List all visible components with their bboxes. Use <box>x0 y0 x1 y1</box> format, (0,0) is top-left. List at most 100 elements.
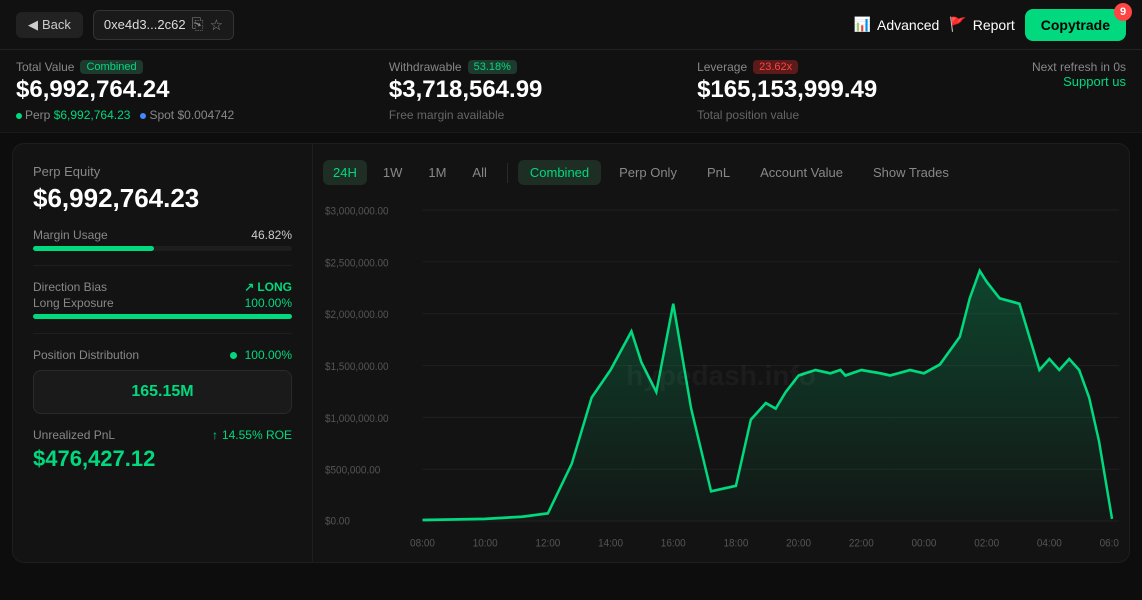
svg-text:$500,000.00: $500,000.00 <box>325 464 380 477</box>
chart-bar-icon: 📊 <box>854 16 871 33</box>
left-sidebar: Perp Equity $6,992,764.23 Margin Usage 4… <box>13 144 313 562</box>
unrealized-row: Unrealized PnL ↑ 14.55% ROE <box>33 428 292 442</box>
svg-text:14:00: 14:00 <box>598 537 623 550</box>
next-refresh-text: Next refresh in 0s <box>1032 60 1126 74</box>
pos-bar-value: 165.15M <box>131 383 193 400</box>
unrealized-pnl-label: Unrealized PnL <box>33 428 115 442</box>
advanced-label: Advanced <box>877 17 939 33</box>
total-value-sub: Perp $6,992,764.23 Spot $0.004742 <box>16 108 234 122</box>
support-us-link[interactable]: Support us <box>1063 74 1126 89</box>
svg-text:16:00: 16:00 <box>661 537 686 550</box>
pos-dist-header: Position Distribution 100.00% <box>33 348 292 362</box>
svg-text:10:00: 10:00 <box>473 537 498 550</box>
leverage-tag: 23.62x <box>753 60 798 74</box>
leverage-group: Leverage 23.62x $165,153,999.49 Total po… <box>697 60 877 122</box>
equity-value: $6,992,764.23 <box>33 183 292 214</box>
exposure-label: Long Exposure <box>33 296 114 310</box>
svg-text:12:00: 12:00 <box>535 537 560 550</box>
nav-right: 📊 Advanced 🚩 Report Copytrade 9 <box>854 9 1126 41</box>
margin-usage-pct: 46.82% <box>251 228 292 242</box>
copytrade-badge: 9 <box>1114 3 1132 21</box>
leverage-desc: Total position value <box>697 108 877 122</box>
pos-dist-val: 100.00% <box>230 348 292 362</box>
margin-usage-row: Margin Usage 46.82% <box>33 228 292 242</box>
margin-progress-fill <box>33 246 154 251</box>
main-panel: Perp Equity $6,992,764.23 Margin Usage 4… <box>12 143 1130 563</box>
back-arrow-icon: ◀ <box>28 17 38 33</box>
view-combined-button[interactable]: Combined <box>518 160 601 185</box>
svg-text:$0.00: $0.00 <box>325 515 350 528</box>
copy-icon: ⎘ <box>192 16 204 33</box>
svg-text:$1,000,000.00: $1,000,000.00 <box>325 412 389 425</box>
main-chart: $3,000,000.00 $2,500,000.00 $2,000,000.0… <box>323 199 1119 552</box>
star-button[interactable]: ☆ <box>210 16 223 34</box>
withdrawable-group: Withdrawable 53.18% $3,718,564.99 Free m… <box>389 60 542 122</box>
exposure-progress-fill <box>33 314 292 319</box>
equity-label: Perp Equity <box>33 164 292 179</box>
report-button[interactable]: 🚩 Report <box>949 16 1014 33</box>
unrealized-value: $476,427.12 <box>33 446 292 472</box>
svg-text:18:00: 18:00 <box>723 537 748 550</box>
svg-text:04:00: 04:00 <box>1037 537 1062 550</box>
refresh-group: Next refresh in 0s Support us <box>1032 60 1126 89</box>
arrow-up-icon: ↗ <box>244 280 254 294</box>
view-show-trades-button[interactable]: Show Trades <box>861 160 961 185</box>
copy-address-button[interactable]: ⎘ <box>192 16 204 33</box>
svg-text:22:00: 22:00 <box>849 537 874 550</box>
total-value-group: Total Value Combined $6,992,764.24 Perp … <box>16 60 234 122</box>
back-label: Back <box>42 17 71 32</box>
view-perp-only-button[interactable]: Perp Only <box>607 160 689 185</box>
combined-tag: Combined <box>80 60 142 74</box>
position-bar-button[interactable]: 165.15M <box>33 370 292 414</box>
pos-dist-label: Position Distribution <box>33 348 139 362</box>
svg-text:02:00: 02:00 <box>974 537 999 550</box>
chart-area: 24H 1W 1M All Combined Perp Only PnL Acc… <box>313 144 1129 562</box>
svg-text:20:00: 20:00 <box>786 537 811 550</box>
total-value-label: Total Value <box>16 60 74 74</box>
withdrawable-label: Withdrawable <box>389 60 462 74</box>
view-pnl-button[interactable]: PnL <box>695 160 742 185</box>
total-value: $6,992,764.24 <box>16 76 234 104</box>
wallet-address: 0xe4d3...2c62 <box>104 17 186 32</box>
exposure-progress-bg <box>33 314 292 319</box>
star-icon: ☆ <box>210 17 223 34</box>
spot-label: Spot <box>149 108 174 122</box>
view-account-value-button[interactable]: Account Value <box>748 160 855 185</box>
svg-text:$3,000,000.00: $3,000,000.00 <box>325 205 389 218</box>
withdrawable-value: $3,718,564.99 <box>389 76 542 104</box>
margin-usage-label: Margin Usage <box>33 228 108 242</box>
perp-label: Perp <box>25 108 50 122</box>
top-nav: ◀ Back 0xe4d3...2c62 ⎘ ☆ 📊 Advanced 🚩 Re… <box>0 0 1142 50</box>
unrealized-roe: ↑ 14.55% ROE <box>212 428 292 442</box>
copytrade-label: Copytrade <box>1041 17 1110 33</box>
chart-controls: 24H 1W 1M All Combined Perp Only PnL Acc… <box>323 160 1119 185</box>
leverage-value: $165,153,999.49 <box>697 76 877 104</box>
advanced-button[interactable]: 📊 Advanced <box>854 16 940 33</box>
time-1m-button[interactable]: 1M <box>418 160 456 185</box>
time-1w-button[interactable]: 1W <box>373 160 413 185</box>
time-all-button[interactable]: All <box>462 160 496 185</box>
report-label: Report <box>973 17 1015 33</box>
back-button[interactable]: ◀ Back <box>16 12 83 38</box>
flag-icon: 🚩 <box>949 16 966 33</box>
pos-dist-pct: 100.00% <box>245 348 292 362</box>
address-badge: 0xe4d3...2c62 ⎘ ☆ <box>93 10 234 40</box>
exposure-row: Long Exposure 100.00% <box>33 296 292 310</box>
direction-label: Direction Bias <box>33 280 107 294</box>
divider-2 <box>33 333 292 334</box>
svg-text:$2,000,000.00: $2,000,000.00 <box>325 309 389 322</box>
pos-dot-icon <box>230 352 237 359</box>
nav-left: ◀ Back 0xe4d3...2c62 ⎘ ☆ <box>16 10 234 40</box>
time-24h-button[interactable]: 24H <box>323 160 367 185</box>
stats-bar: Total Value Combined $6,992,764.24 Perp … <box>0 50 1142 133</box>
direction-value: LONG <box>257 280 292 294</box>
leverage-label: Leverage <box>697 60 747 74</box>
spot-value: $0.004742 <box>177 108 234 122</box>
copytrade-button[interactable]: Copytrade 9 <box>1025 9 1126 41</box>
svg-text:06:00: 06:00 <box>1100 537 1119 550</box>
svg-text:08:00: 08:00 <box>410 537 435 550</box>
svg-text:00:00: 00:00 <box>912 537 937 550</box>
long-badge: ↗ LONG <box>244 280 292 294</box>
chart-controls-divider <box>507 163 508 183</box>
svg-text:$1,500,000.00: $1,500,000.00 <box>325 361 389 374</box>
